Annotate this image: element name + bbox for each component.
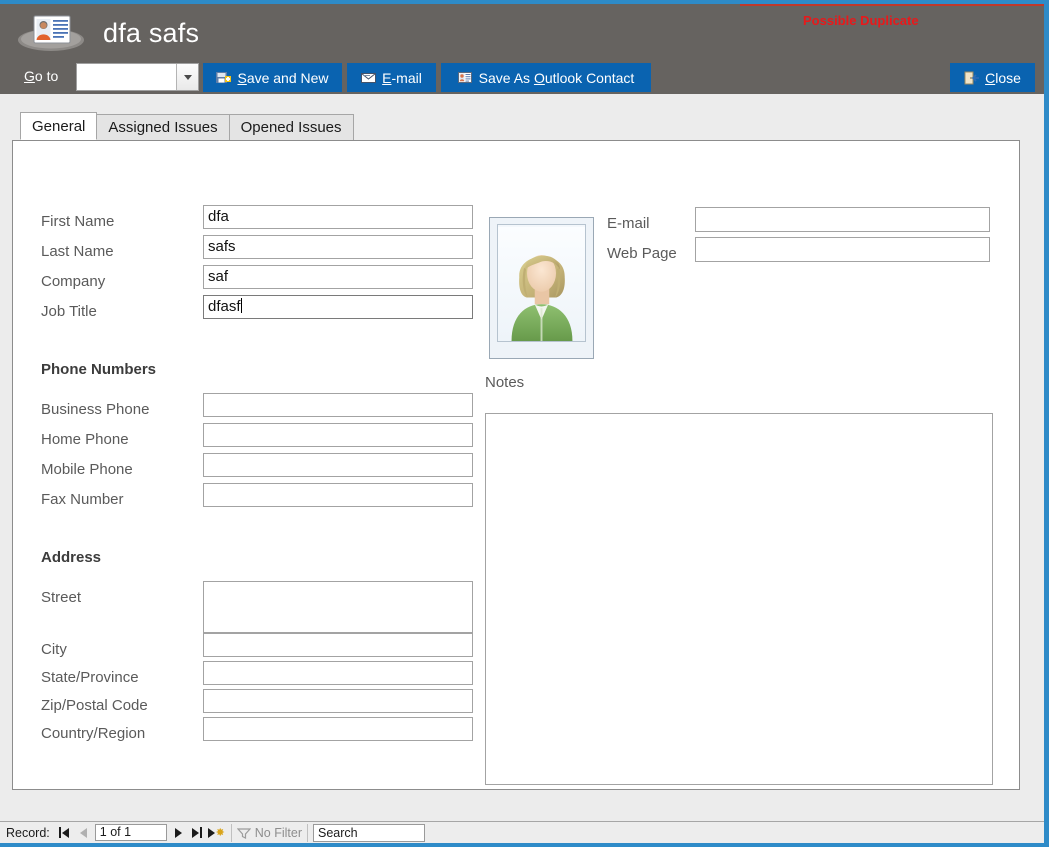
save-and-new-button[interactable]: Save and New <box>203 63 342 92</box>
tab-strip: General Assigned Issues Opened Issues <box>20 112 354 140</box>
save-as-outlook-label: Save As Outlook Contact <box>478 69 635 86</box>
goto-label: Go to <box>24 68 58 84</box>
last-record-bar <box>200 827 203 838</box>
job-title-value: dfasf <box>208 298 241 315</box>
chevron-down-icon <box>183 74 192 80</box>
record-navigation-bar: Record: 1 of 1 ✸ No Filter Search <box>0 821 1044 843</box>
record-position-input[interactable]: 1 of 1 <box>94 824 167 841</box>
fax-number-label: Fax Number <box>41 491 124 508</box>
close-door-icon <box>964 71 980 85</box>
new-record-star: ✸ <box>215 827 225 839</box>
web-page-label: Web Page <box>607 245 677 262</box>
state-province-label: State/Province <box>41 669 139 686</box>
contact-photo-placeholder <box>497 224 586 342</box>
possible-duplicate-warning: Possible Duplicate <box>803 13 919 28</box>
business-phone-input[interactable] <box>203 393 473 417</box>
business-phone-label: Business Phone <box>41 401 150 418</box>
company-input[interactable]: saf <box>203 265 473 289</box>
search-input[interactable]: Search <box>313 823 426 842</box>
save-and-new-label: Save and New <box>237 69 329 86</box>
close-button[interactable]: Close <box>950 63 1035 92</box>
next-record-arrow <box>174 827 182 838</box>
tab-opened-issues[interactable]: Opened Issues <box>228 114 354 140</box>
save-as-outlook-contact-button[interactable]: Save As Outlook Contact <box>441 63 651 92</box>
first-name-label: First Name <box>41 213 115 230</box>
next-record-icon[interactable] <box>169 823 188 843</box>
home-phone-label: Home Phone <box>41 431 129 448</box>
first-record-arrow <box>62 827 70 838</box>
job-title-label: Job Title <box>41 303 97 320</box>
new-record-arrow <box>207 827 215 838</box>
previous-record-arrow <box>79 827 87 838</box>
no-filter-label: No Filter <box>254 825 303 840</box>
job-title-input[interactable]: dfasf <box>203 295 473 319</box>
first-record-bar <box>59 827 62 838</box>
state-province-input[interactable] <box>203 661 473 685</box>
address-heading: Address <box>41 549 102 566</box>
goto-combobox-button[interactable] <box>176 64 198 90</box>
previous-record-icon[interactable] <box>74 823 93 843</box>
text-caret <box>240 298 242 313</box>
goto-label-rest: o to <box>34 68 59 84</box>
fax-number-input[interactable] <box>203 483 473 507</box>
new-record-icon[interactable]: ✸ <box>207 823 226 843</box>
last-record-icon[interactable] <box>188 823 207 843</box>
email-button[interactable]: E-mail <box>347 63 436 92</box>
mobile-phone-input[interactable] <box>203 453 473 477</box>
last-record-arrow <box>192 827 200 838</box>
phone-numbers-heading: Phone Numbers <box>41 361 157 378</box>
window-right-accent <box>1044 0 1049 847</box>
contact-photo-frame[interactable] <box>489 217 594 359</box>
last-name-input[interactable]: safs <box>203 235 473 259</box>
general-tab-panel: First Name dfa Last Name safs Company sa… <box>12 140 1020 790</box>
first-record-icon[interactable] <box>55 823 74 843</box>
envelope-icon <box>361 72 377 84</box>
statusbar-divider-2 <box>307 823 309 842</box>
goto-combobox[interactable] <box>76 63 199 91</box>
funnel-icon[interactable] <box>236 827 251 839</box>
city-label: City <box>41 641 67 658</box>
outlook-contact-icon <box>457 71 474 85</box>
first-name-input[interactable]: dfa <box>203 205 473 229</box>
home-phone-input[interactable] <box>203 423 473 447</box>
contact-card-icon <box>16 10 86 56</box>
record-label: Record: <box>6 825 50 840</box>
email-label: E-mail <box>607 215 650 232</box>
zip-postal-code-input[interactable] <box>203 689 473 713</box>
access-contact-details-window: dfa safs Possible Duplicate Go to Save a… <box>0 0 1049 847</box>
goto-accel-letter: G <box>24 68 35 84</box>
web-page-input[interactable] <box>695 237 990 262</box>
statusbar-divider-1 <box>230 823 232 842</box>
email-input[interactable] <box>695 207 990 232</box>
close-label: Close <box>985 69 1021 86</box>
notes-label: Notes <box>485 374 525 391</box>
window-title: dfa safs <box>103 18 200 48</box>
country-region-input[interactable] <box>203 717 473 741</box>
email-label: E-mail <box>382 69 422 86</box>
notes-textarea[interactable] <box>485 413 993 785</box>
city-input[interactable] <box>203 633 473 657</box>
header-red-divider <box>740 4 1044 6</box>
zip-postal-code-label: Zip/Postal Code <box>41 697 148 714</box>
mobile-phone-label: Mobile Phone <box>41 461 133 478</box>
window-header: dfa safs Possible Duplicate Go to Save a… <box>0 4 1044 94</box>
last-name-label: Last Name <box>41 243 114 260</box>
window-bottom-accent <box>0 843 1049 847</box>
company-label: Company <box>41 273 106 290</box>
street-input[interactable] <box>203 581 473 633</box>
street-label: Street <box>41 589 82 606</box>
form-content-area: General Assigned Issues Opened Issues Fi… <box>0 94 1044 808</box>
save-new-icon <box>216 71 232 85</box>
tab-assigned-issues[interactable]: Assigned Issues <box>96 114 230 140</box>
country-region-label: Country/Region <box>41 725 146 742</box>
tab-general[interactable]: General <box>20 112 98 140</box>
